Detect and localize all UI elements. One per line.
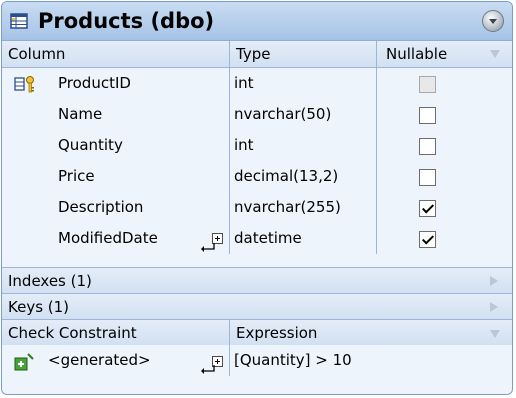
keys-section[interactable]: Keys (1) xyxy=(2,293,512,319)
column-row[interactable]: Description nvarchar(255) xyxy=(2,192,512,223)
column-row[interactable]: Name nvarchar(50) xyxy=(2,99,512,130)
check-constraint-header: Check Constraint Expression xyxy=(2,319,512,345)
column-name[interactable]: Description xyxy=(58,192,143,223)
expression-label[interactable]: Expression xyxy=(236,320,317,346)
column-name[interactable]: Quantity xyxy=(58,130,123,161)
column-name[interactable]: Price xyxy=(58,161,95,192)
column-separator xyxy=(229,345,230,376)
column-type[interactable]: int xyxy=(234,68,254,99)
nullable-checkbox[interactable] xyxy=(419,169,436,186)
table-icon xyxy=(10,13,28,29)
column-header-type[interactable]: Type xyxy=(232,41,270,67)
column-separator xyxy=(376,99,377,130)
column-separator xyxy=(229,41,230,67)
column-name[interactable]: Name xyxy=(58,99,102,130)
column-separator xyxy=(229,161,230,192)
column-header-column[interactable]: Column xyxy=(4,41,65,67)
nullable-checkbox[interactable] xyxy=(419,138,436,155)
nullable-checkbox[interactable] xyxy=(419,231,436,248)
column-type[interactable]: decimal(13,2) xyxy=(234,161,338,192)
column-separator xyxy=(229,223,230,254)
column-separator xyxy=(229,192,230,223)
filter-down-icon[interactable] xyxy=(490,330,500,338)
table-design-window: Products (dbo) Column Type Nullable Prod… xyxy=(1,1,513,395)
column-separator xyxy=(376,161,377,192)
column-separator xyxy=(376,223,377,254)
nullable-checkbox[interactable] xyxy=(419,200,436,217)
column-row[interactable]: ProductID int xyxy=(2,68,512,99)
column-separator xyxy=(376,192,377,223)
column-name[interactable]: ModifiedDate xyxy=(58,223,158,254)
column-type[interactable]: int xyxy=(234,130,254,161)
constraint-name[interactable]: <generated> xyxy=(48,345,151,376)
column-row[interactable]: ModifiedDate datetime xyxy=(2,223,512,254)
column-row[interactable]: Price decimal(13,2) xyxy=(2,161,512,192)
table-title: Products (dbo) xyxy=(38,9,215,33)
primary-key-icon xyxy=(14,76,34,93)
add-constraint-icon xyxy=(14,353,34,371)
column-type[interactable]: nvarchar(50) xyxy=(234,99,331,130)
column-separator xyxy=(229,130,230,161)
nullable-checkbox[interactable] xyxy=(419,76,436,93)
columns-header: Column Type Nullable xyxy=(2,41,512,68)
expand-right-icon[interactable] xyxy=(490,302,498,312)
link-arrow-icon xyxy=(201,365,215,374)
constraint-expression[interactable]: [Quantity] > 10 xyxy=(234,345,352,376)
title-bar[interactable]: Products (dbo) xyxy=(2,2,512,41)
column-separator xyxy=(229,99,230,130)
column-separator xyxy=(229,320,230,345)
column-type[interactable]: datetime xyxy=(234,223,302,254)
column-separator xyxy=(376,68,377,99)
expand-right-icon[interactable] xyxy=(490,276,498,286)
check-constraint-label[interactable]: Check Constraint xyxy=(8,320,137,346)
link-arrow-icon xyxy=(201,243,215,252)
indexes-label: Indexes (1) xyxy=(8,272,92,290)
nullable-checkbox[interactable] xyxy=(419,107,436,124)
keys-label: Keys (1) xyxy=(8,298,70,316)
column-separator xyxy=(229,68,230,99)
indexes-section[interactable]: Indexes (1) xyxy=(2,267,512,293)
column-separator xyxy=(376,130,377,161)
check-constraint-row[interactable]: <generated> [Quantity] > 10 xyxy=(2,345,512,376)
filter-down-icon[interactable] xyxy=(490,50,500,58)
column-separator xyxy=(376,41,377,67)
column-row[interactable]: Quantity int xyxy=(2,130,512,161)
column-header-nullable[interactable]: Nullable xyxy=(382,41,447,67)
column-name[interactable]: ProductID xyxy=(58,68,131,99)
column-type[interactable]: nvarchar(255) xyxy=(234,192,341,223)
collapse-icon[interactable] xyxy=(482,10,504,32)
